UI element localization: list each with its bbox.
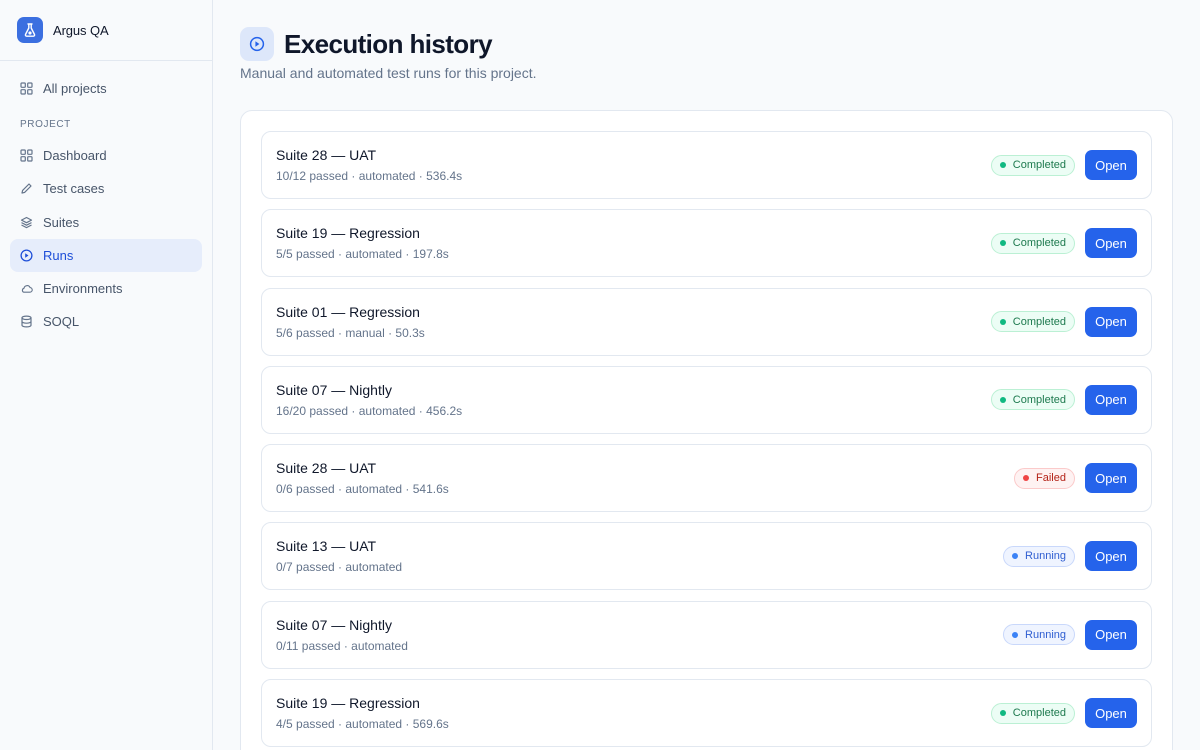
run-meta: 5/6 passed · manual · 50.3s <box>276 325 425 340</box>
page-header: Execution history <box>240 27 1173 61</box>
app-name: Argus QA <box>53 22 109 38</box>
sidebar-item-label: Runs <box>43 247 74 263</box>
status-badge: Failed <box>1014 467 1075 489</box>
sidebar-item-label: Suites <box>43 214 80 230</box>
project-nav: Dashboard Test cases Suites Runs Environ… <box>0 139 212 338</box>
status-dot <box>999 240 1006 247</box>
open-button[interactable]: Open <box>1085 384 1137 415</box>
sidebar-item-test-cases[interactable]: Test cases <box>10 172 202 205</box>
run-meta: 0/7 passed · automated <box>276 560 403 575</box>
status-badge: Completed <box>990 232 1075 254</box>
open-button[interactable]: Open <box>1085 541 1137 572</box>
status-badge: Running <box>1003 545 1075 567</box>
open-button[interactable]: Open <box>1085 463 1137 494</box>
run-info: Suite 07 — Nightly 0/11 passed · automat… <box>276 617 1003 653</box>
sidebar-item-runs[interactable]: Runs <box>10 238 202 272</box>
run-info: Suite 28 — UAT 0/6 passed · automated · … <box>276 460 1014 496</box>
page-subtitle: Manual and automated test runs for this … <box>240 65 537 81</box>
layers-icon <box>20 216 33 229</box>
run-info: Suite 01 — Regression 5/6 passed · manua… <box>276 304 991 340</box>
status-badge: Completed <box>990 702 1075 724</box>
status-dot <box>999 710 1006 717</box>
run-meta: 0/11 passed · automated <box>276 638 408 653</box>
sidebar-item-dashboard[interactable]: Dashboard <box>10 139 202 172</box>
status-label: Completed <box>1012 393 1066 406</box>
status-label: Completed <box>1012 707 1066 720</box>
run-info: Suite 28 — UAT 10/12 passed · automated … <box>276 147 991 183</box>
status-dot <box>1023 475 1030 482</box>
run-meta: 4/5 passed · automated · 569.6s <box>276 717 449 732</box>
sidebar-item-label: Test cases <box>43 181 105 197</box>
main-content: Execution history Manual and automated t… <box>240 0 1173 750</box>
run-title: Suite 19 — Regression <box>276 695 420 712</box>
sidebar-item-label: Dashboard <box>43 148 107 163</box>
play-circle-icon <box>20 249 33 262</box>
database-icon <box>20 315 33 328</box>
run-info: Suite 19 — Regression 5/5 passed · autom… <box>276 225 991 261</box>
status-label: Failed <box>1036 472 1066 485</box>
run-title: Suite 07 — Nightly <box>276 381 392 398</box>
run-title: Suite 19 — Regression <box>276 225 420 242</box>
play-circle-icon <box>240 27 274 61</box>
run-row: Suite 07 — Nightly 16/20 passed · automa… <box>261 365 1152 434</box>
run-info: Suite 13 — UAT 0/7 passed · automated <box>276 538 1003 574</box>
open-button[interactable]: Open <box>1085 698 1137 729</box>
status-badge: Running <box>1003 624 1075 646</box>
run-title: Suite 28 — UAT <box>276 147 377 163</box>
status-dot <box>999 162 1006 168</box>
brand[interactable]: Argus QA <box>0 0 212 61</box>
sidebar-item-soql[interactable]: SOQL <box>10 305 202 338</box>
sidebar-item-label: Environments <box>43 281 123 297</box>
status-dot <box>1012 631 1019 638</box>
cloud-icon <box>20 282 33 295</box>
pencil-icon <box>20 182 33 195</box>
run-meta: 10/12 passed · automated · 536.4s <box>276 169 463 183</box>
run-info: Suite 07 — Nightly 16/20 passed · automa… <box>276 382 991 418</box>
status-label: Completed <box>1012 237 1066 250</box>
run-row: Suite 01 — Regression 5/6 passed · manua… <box>261 287 1152 356</box>
sidebar-item-label: SOQL <box>43 314 80 330</box>
status-label: Completed <box>1012 159 1066 171</box>
run-row: Suite 13 — UAT 0/7 passed · automated Ru… <box>261 522 1152 591</box>
sidebar-item-environments[interactable]: Environments <box>10 272 202 305</box>
page-title: Execution history <box>284 28 493 59</box>
top-nav: All projects <box>0 72 212 105</box>
run-meta: 5/5 passed · automated · 197.8s <box>276 247 449 262</box>
section-label: PROJECT <box>20 119 71 130</box>
status-badge: Completed <box>990 154 1075 176</box>
run-row: Suite 28 — UAT 0/6 passed · automated · … <box>261 444 1152 513</box>
run-meta: 0/6 passed · automated · 541.6s <box>276 482 449 497</box>
runs-panel: Suite 28 — UAT 10/12 passed · automated … <box>240 110 1173 750</box>
flask-icon <box>17 17 43 43</box>
status-badge: Completed <box>990 389 1075 411</box>
sidebar: Argus QA All projects PROJECT Dashboard … <box>0 0 213 750</box>
sidebar-item-suites[interactable]: Suites <box>10 206 202 239</box>
status-dot <box>1012 553 1019 560</box>
sidebar-item-label: All projects <box>43 81 107 96</box>
open-button[interactable]: Open <box>1085 228 1137 259</box>
sidebar-item-all-projects[interactable]: All projects <box>10 72 202 105</box>
run-row: Suite 07 — Nightly 0/11 passed · automat… <box>261 600 1152 669</box>
open-button[interactable]: Open <box>1085 306 1137 337</box>
status-label: Completed <box>1012 315 1066 328</box>
status-badge: Completed <box>990 311 1075 333</box>
run-title: Suite 01 — Regression <box>276 303 420 320</box>
status-dot <box>999 396 1006 403</box>
run-row: Suite 19 — Regression 4/5 passed · autom… <box>261 679 1152 748</box>
run-info: Suite 19 — Regression 4/5 passed · autom… <box>276 695 991 731</box>
run-title: Suite 13 — UAT <box>276 538 377 555</box>
open-button[interactable]: Open <box>1085 150 1137 180</box>
run-row: Suite 28 — UAT 10/12 passed · automated … <box>261 131 1152 199</box>
status-label: Running <box>1025 550 1066 563</box>
status-label: Running <box>1025 628 1066 641</box>
run-title: Suite 07 — Nightly <box>276 616 392 633</box>
run-row: Suite 19 — Regression 5/5 passed · autom… <box>261 209 1152 278</box>
run-meta: 16/20 passed · automated · 456.2s <box>276 403 463 418</box>
open-button[interactable]: Open <box>1085 619 1137 650</box>
grid-icon <box>20 149 33 162</box>
run-title: Suite 28 — UAT <box>276 460 377 477</box>
grid-icon <box>20 82 33 95</box>
status-dot <box>999 318 1006 325</box>
